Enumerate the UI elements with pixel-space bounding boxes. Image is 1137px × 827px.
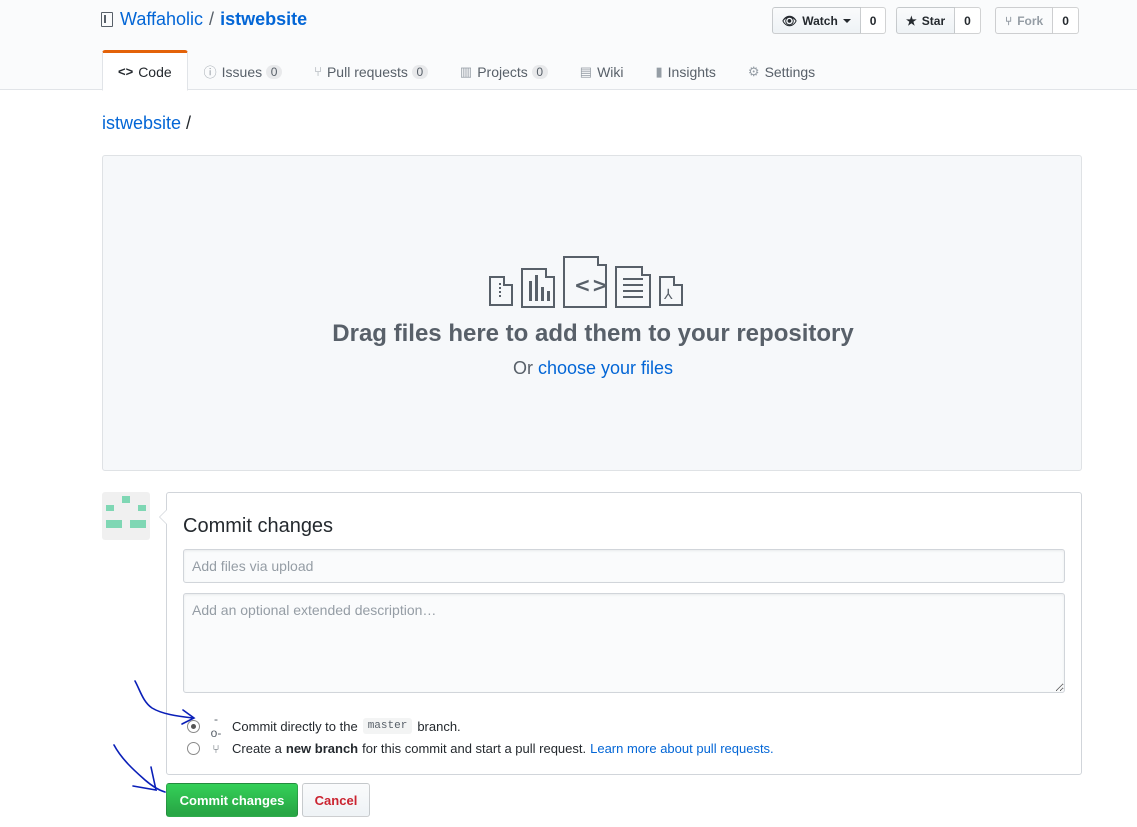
repo-name-link[interactable]: istwebsite <box>220 9 307 30</box>
dropzone-or-text: Or <box>512 358 533 378</box>
gear-icon: ⚙ <box>747 63 760 79</box>
commit-new-branch-radio[interactable] <box>187 742 200 755</box>
star-button[interactable]: ★ Star <box>896 7 956 34</box>
file-zip-icon <box>489 276 513 306</box>
annotation-arrowhead-commit-button <box>132 766 158 791</box>
commit-form: Commit changes -o- Commit directly to th… <box>159 492 1082 775</box>
commit-summary-input[interactable] <box>183 549 1065 583</box>
pull-request-icon: ⑂ <box>212 741 220 756</box>
file-text-icon <box>615 266 651 308</box>
tab-code[interactable]: <> Code <box>102 50 188 91</box>
star-icon: ★ <box>906 13 917 28</box>
annotation-arrow-commit-button <box>113 744 166 793</box>
issue-icon: ⓘ <box>203 65 217 80</box>
tab-wiki[interactable]: ▤ Wiki <box>564 50 640 91</box>
commit-changes-button[interactable]: Commit changes <box>166 783 298 817</box>
projects-counter: 0 <box>531 64 548 79</box>
fork-count[interactable]: 0 <box>1053 7 1079 34</box>
cancel-button[interactable]: Cancel <box>302 783 370 817</box>
tab-label: Issues <box>221 63 263 80</box>
tab-label: Projects <box>477 63 528 80</box>
commit-new-branch-option[interactable]: ⑂ Create a new branch for this commit an… <box>187 741 774 756</box>
new-branch-bold: new branch <box>285 741 359 756</box>
repo-owner-link[interactable]: Waffaholic <box>120 9 203 30</box>
dropzone-subtitle: Or choose your files <box>103 358 1083 379</box>
file-pdf-icon: ⅄ <box>659 276 683 306</box>
avatar <box>102 492 150 540</box>
choose-files-link[interactable]: choose your files <box>538 358 673 378</box>
watch-label: Watch <box>802 13 838 28</box>
tab-label: Settings <box>764 63 816 80</box>
star-count[interactable]: 0 <box>955 7 981 34</box>
dropzone-title: Drag files here to add them to your repo… <box>332 320 854 347</box>
repo-header: Waffaholic / istwebsite 👁 Watch 0 ★ Star… <box>0 0 1137 91</box>
book-icon: ▤ <box>579 63 593 79</box>
learn-more-pull-requests-link[interactable]: Learn more about pull requests. <box>590 741 774 756</box>
file-drop-zone[interactable]: <> ⅄ Drag files here to add them to your… <box>102 155 1082 471</box>
graph-icon: ▮ <box>655 63 663 79</box>
commit-direct-radio[interactable] <box>187 719 200 733</box>
pull-requests-counter: 0 <box>411 64 428 79</box>
tab-label: Pull requests <box>326 63 408 80</box>
repo-title-separator: / <box>209 9 215 29</box>
eye-icon: 👁 <box>782 13 798 28</box>
breadcrumb: istwebsite / <box>102 113 191 134</box>
tab-label: Insights <box>667 63 716 80</box>
breadcrumb-slash: / <box>186 113 192 133</box>
issues-counter: 0 <box>266 64 283 79</box>
watch-group: 👁 Watch 0 <box>772 7 887 34</box>
branch-name: master <box>362 718 413 734</box>
tab-projects[interactable]: ▥ Projects 0 <box>444 50 564 91</box>
watch-count[interactable]: 0 <box>860 7 887 34</box>
project-icon: ▥ <box>459 63 473 79</box>
watch-button[interactable]: 👁 Watch <box>772 7 861 34</box>
new-branch-suffix: for this commit and start a pull request… <box>362 741 587 756</box>
tab-settings[interactable]: ⚙ Settings <box>732 50 831 91</box>
commit-direct-option[interactable]: -o- Commit directly to the master branch… <box>187 712 461 740</box>
fork-label: Fork <box>1017 13 1044 28</box>
repo-nav: <> Code ⓘ Issues 0 ⑂ Pull requests 0 ▥ P… <box>102 50 831 91</box>
git-commit-icon: -o- <box>210 712 222 740</box>
tab-pull-requests[interactable]: ⑂ Pull requests 0 <box>298 50 444 91</box>
new-branch-prefix: Create a <box>232 741 282 756</box>
breadcrumb-repo-link[interactable]: istwebsite <box>102 113 181 133</box>
star-label: Star <box>921 13 946 28</box>
pull-request-icon: ⑂ <box>314 64 322 79</box>
tab-insights[interactable]: ▮ Insights <box>640 50 732 91</box>
repo-title: Waffaholic / istwebsite <box>101 9 307 30</box>
fork-button[interactable]: ⑂ Fork <box>995 7 1054 34</box>
commit-form-title: Commit changes <box>183 515 334 537</box>
tab-label: Wiki <box>597 63 624 80</box>
file-type-icons: <> ⅄ <box>489 256 683 308</box>
repo-icon <box>101 12 113 27</box>
chevron-down-icon <box>842 18 851 23</box>
file-code-icon: <> <box>563 256 609 308</box>
tab-issues[interactable]: ⓘ Issues 0 <box>188 50 298 91</box>
commit-description-input[interactable] <box>183 593 1065 693</box>
commit-direct-suffix: branch. <box>417 718 461 734</box>
code-icon: <> <box>118 64 134 79</box>
star-group: ★ Star 0 <box>896 7 981 34</box>
commit-direct-prefix: Commit directly to the <box>232 718 358 734</box>
file-chart-icon <box>521 268 555 308</box>
fork-icon: ⑂ <box>1005 13 1013 28</box>
tab-label: Code <box>138 63 172 80</box>
fork-group: ⑂ Fork 0 <box>995 7 1079 34</box>
